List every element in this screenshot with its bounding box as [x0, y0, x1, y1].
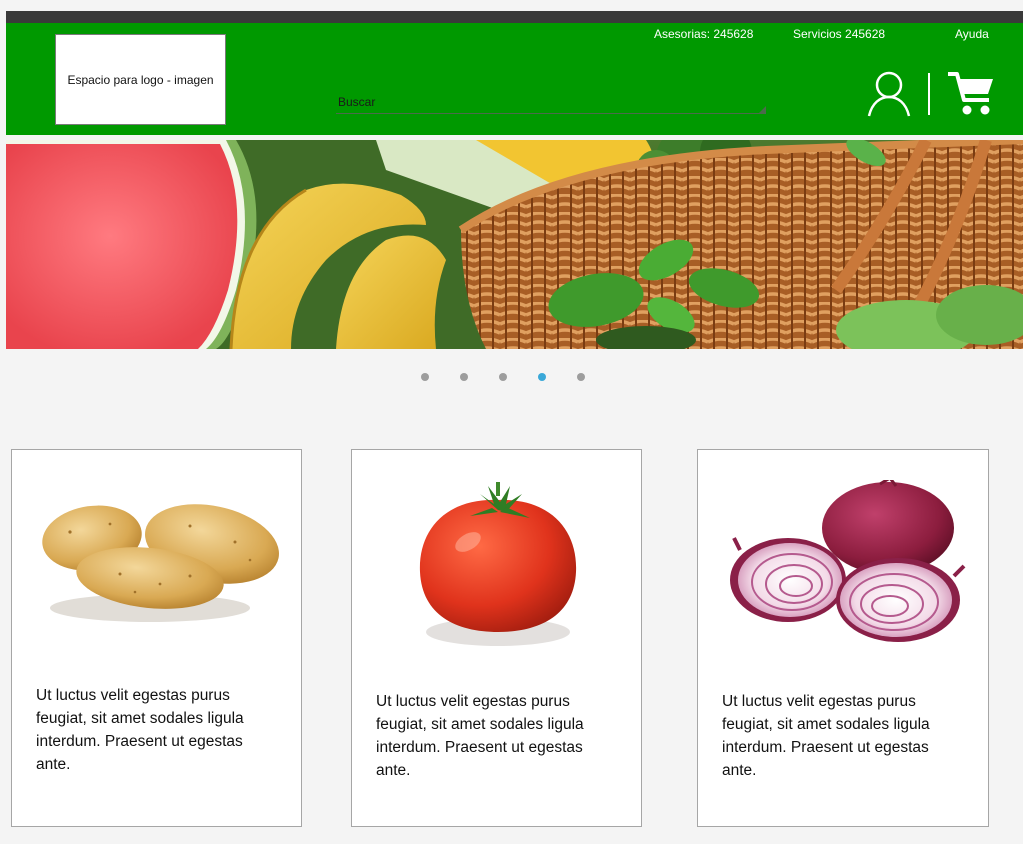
- search-resize-corner: [759, 106, 766, 113]
- help-link[interactable]: Ayuda: [955, 27, 989, 41]
- tomato-image: [419, 482, 577, 646]
- carousel-dot-4[interactable]: [538, 373, 546, 381]
- search-input[interactable]: Buscar: [336, 93, 766, 114]
- product-description: Ut luctus velit egestas purus feugiat, s…: [722, 693, 930, 779]
- top-bar: [6, 11, 1023, 23]
- product-card-red-onion[interactable]: Ut luctus velit egestas purus feugiat, s…: [697, 449, 989, 827]
- product-description: Ut luctus velit egestas purus feugiat, s…: [36, 687, 244, 773]
- potatoes-image: [42, 504, 279, 622]
- carousel-dot-3[interactable]: [499, 373, 507, 381]
- product-description: Ut luctus velit egestas purus feugiat, s…: [376, 693, 584, 779]
- cart-icon[interactable]: [946, 70, 996, 116]
- carousel-dot-2[interactable]: [460, 373, 468, 381]
- product-card-tomato[interactable]: Ut luctus velit egestas purus feugiat, s…: [351, 449, 642, 827]
- carousel-dots: [421, 373, 585, 383]
- product-card-potatoes[interactable]: Ut luctus velit egestas purus feugiat, s…: [11, 449, 302, 827]
- carousel-dot-5[interactable]: [577, 373, 585, 381]
- header-divider: [928, 73, 930, 115]
- search-placeholder: Buscar: [338, 95, 376, 109]
- hero-banner[interactable]: [6, 140, 1023, 349]
- site-header: Espacio para logo - imagen Asesorias: 24…: [6, 23, 1023, 135]
- carousel-dot-1[interactable]: [421, 373, 429, 381]
- red-onion-image: [730, 480, 966, 642]
- advisory-link[interactable]: Asesorias: 245628: [654, 27, 753, 41]
- logo-placeholder[interactable]: Espacio para logo - imagen: [55, 34, 226, 125]
- services-link[interactable]: Servicios 245628: [793, 27, 885, 41]
- user-icon[interactable]: [866, 70, 912, 118]
- hero-image: [6, 140, 1023, 349]
